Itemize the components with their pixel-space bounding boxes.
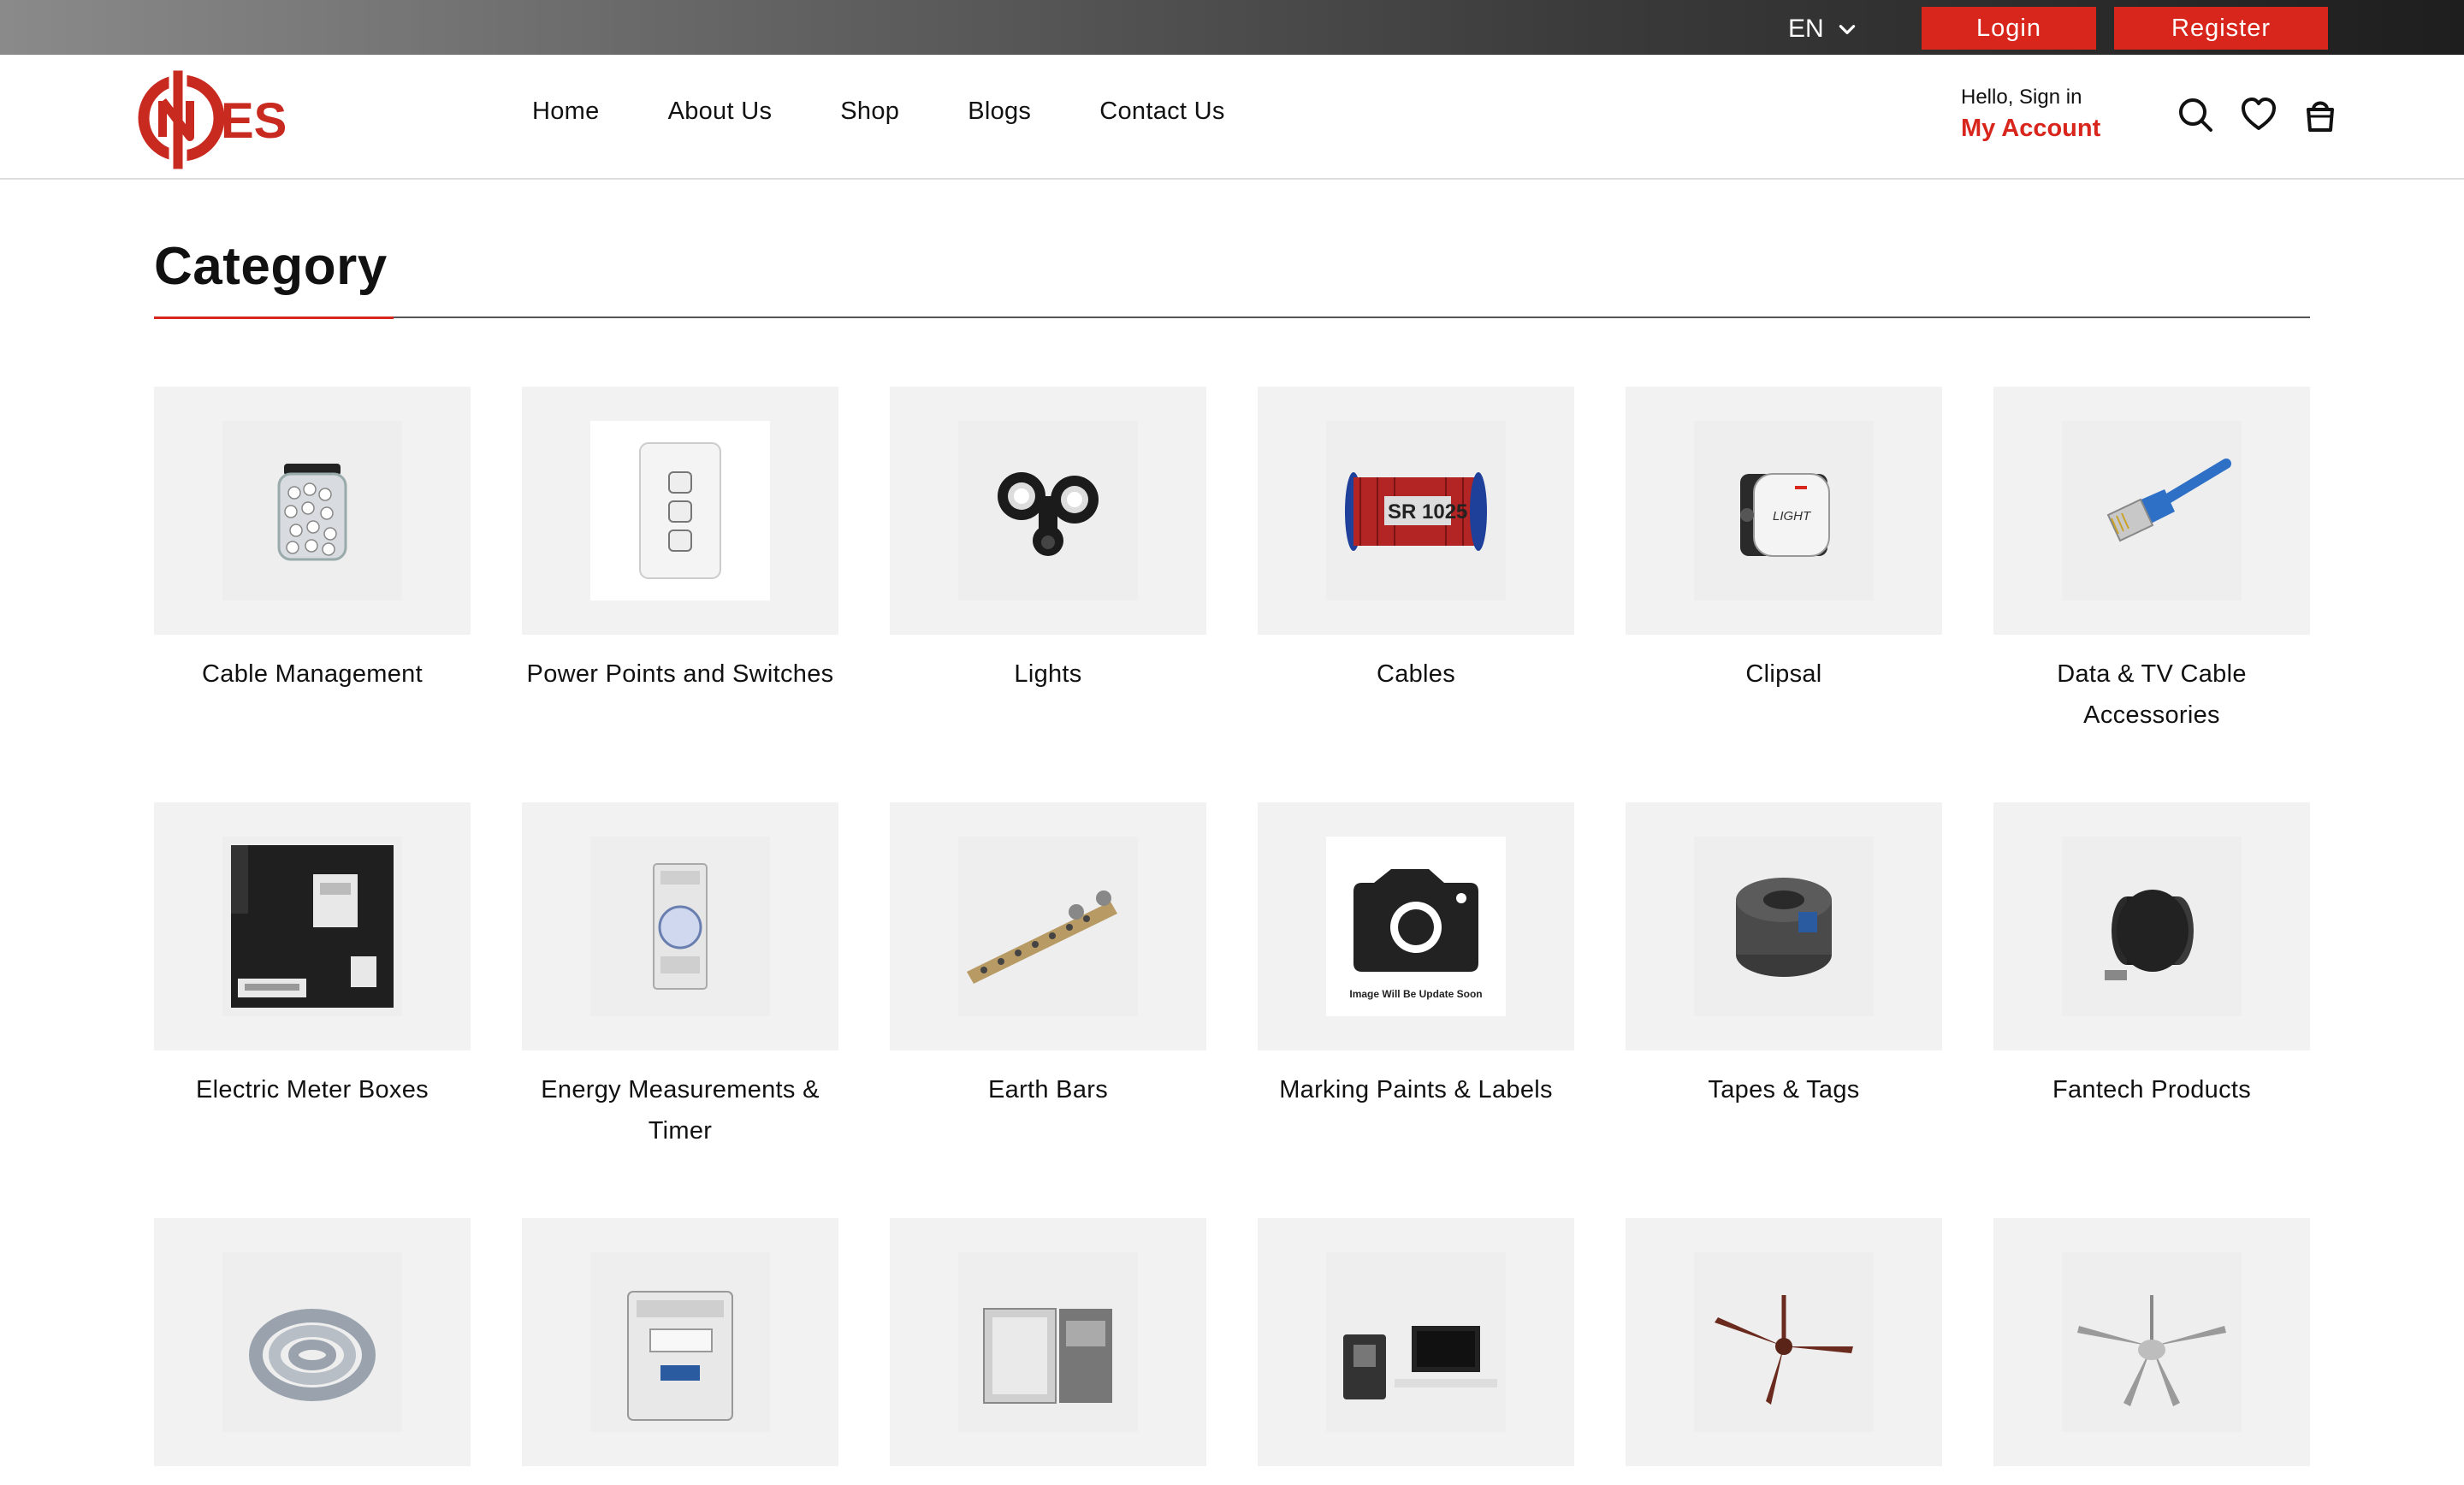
ceiling-fan-brown-image [1715,1295,1853,1405]
category-card[interactable] [1258,1218,1574,1485]
power-points-image [639,442,721,579]
nav-about-us[interactable]: About Us [668,98,773,126]
cart-icon[interactable] [2301,96,2339,133]
category-card[interactable]: Image Will Be Update Soon Marking Paints… [1258,802,1574,1110]
chevron-down-icon [1839,25,1855,34]
category-label: Marking Paints & Labels [1279,1076,1553,1103]
category-label: Cable Management [202,660,423,688]
earth-bars-image [967,890,1117,984]
cable-management-image [277,464,347,561]
category-label: Fantech Products [2052,1076,2252,1103]
my-account-link[interactable]: My Account [1961,115,2100,143]
category-card[interactable]: Cable Management [154,387,471,695]
nav-home[interactable]: Home [532,98,600,126]
category-card[interactable]: Energy Measurements & Timer [522,802,838,1151]
category-label: Clipsal [1745,660,1822,688]
cables-image: SR 1025 [1345,472,1487,551]
top-bar: EN Login Register [0,0,2464,55]
category-label: Tapes & Tags [1708,1076,1860,1103]
category-card[interactable] [1993,1218,2310,1485]
clipsal-image: LIGHT [1740,473,1830,557]
search-icon[interactable] [2177,96,2214,133]
category-card[interactable] [522,1218,838,1485]
page-title: Category [154,237,388,296]
energy-timer-image [653,863,708,990]
category-label: Electric Meter Boxes [196,1076,429,1103]
heart-icon[interactable] [2240,96,2277,133]
language-selector[interactable]: EN [1788,12,1858,46]
category-card[interactable] [890,1218,1206,1485]
svg-text:SR 1025: SR 1025 [1388,500,1467,524]
category-card[interactable]: SR 1025 Cables [1258,387,1574,695]
svg-text:LIGHT: LIGHT [1773,509,1812,524]
switchboard-image [983,1308,1112,1404]
category-card[interactable]: Power Points and Switches [522,387,838,695]
title-divider [154,317,2310,318]
placeholder-caption: Image Will Be Update Soon [1349,988,1482,1000]
category-card[interactable] [1626,1218,1942,1485]
category-label: Power Points and Switches [526,660,834,688]
category-card[interactable]: Lights [890,387,1206,695]
electric-meter-box-image [231,845,394,1008]
tapes-image [1736,878,1832,977]
language-label: EN [1788,15,1824,43]
category-label: Data & TV Cable Accessories [2057,660,2247,729]
category-card[interactable]: Electric Meter Boxes [154,802,471,1110]
register-button[interactable]: Register [2114,7,2328,50]
conduit-image [249,1309,376,1401]
category-card[interactable] [154,1218,471,1485]
nav-blogs[interactable]: Blogs [968,98,1031,126]
title-underline-accent [154,317,394,319]
account-block: Hello, Sign in My Account [1961,86,2100,143]
category-card[interactable]: Tapes & Tags [1626,802,1942,1110]
main-nav: Home About Us Shop Blogs Contact Us [532,98,1294,126]
brand-logo[interactable]: ES [137,63,287,175]
fantech-image [2105,890,2194,980]
camera-placeholder-icon: Image Will Be Update Soon [1349,869,1483,1000]
category-label: Earth Bars [988,1076,1108,1103]
nav-shop[interactable]: Shop [840,98,899,126]
lights-image [998,472,1099,556]
category-card[interactable]: Earth Bars [890,802,1206,1110]
logo-text: ES [221,93,287,149]
intercom-image [1343,1326,1497,1399]
category-card[interactable]: Data & TV Cable Accessories [1993,387,2310,736]
nav-contact-us[interactable]: Contact Us [1099,98,1224,126]
category-card[interactable]: Fantech Products [1993,802,2310,1110]
account-greeting: Hello, Sign in [1961,86,2082,109]
login-button[interactable]: Login [1922,7,2096,50]
ceiling-fan-silver-image [2077,1295,2226,1406]
category-label: Cables [1376,660,1456,688]
site-header: ES Home About Us Shop Blogs Contact Us H… [0,55,2464,180]
data-tv-cable-image [2106,459,2231,542]
category-label: Lights [1014,660,1082,688]
rcd-breaker-image [627,1291,733,1421]
category-card[interactable]: LIGHT Clipsal [1626,387,1942,695]
category-label: Energy Measurements & Timer [541,1076,820,1145]
